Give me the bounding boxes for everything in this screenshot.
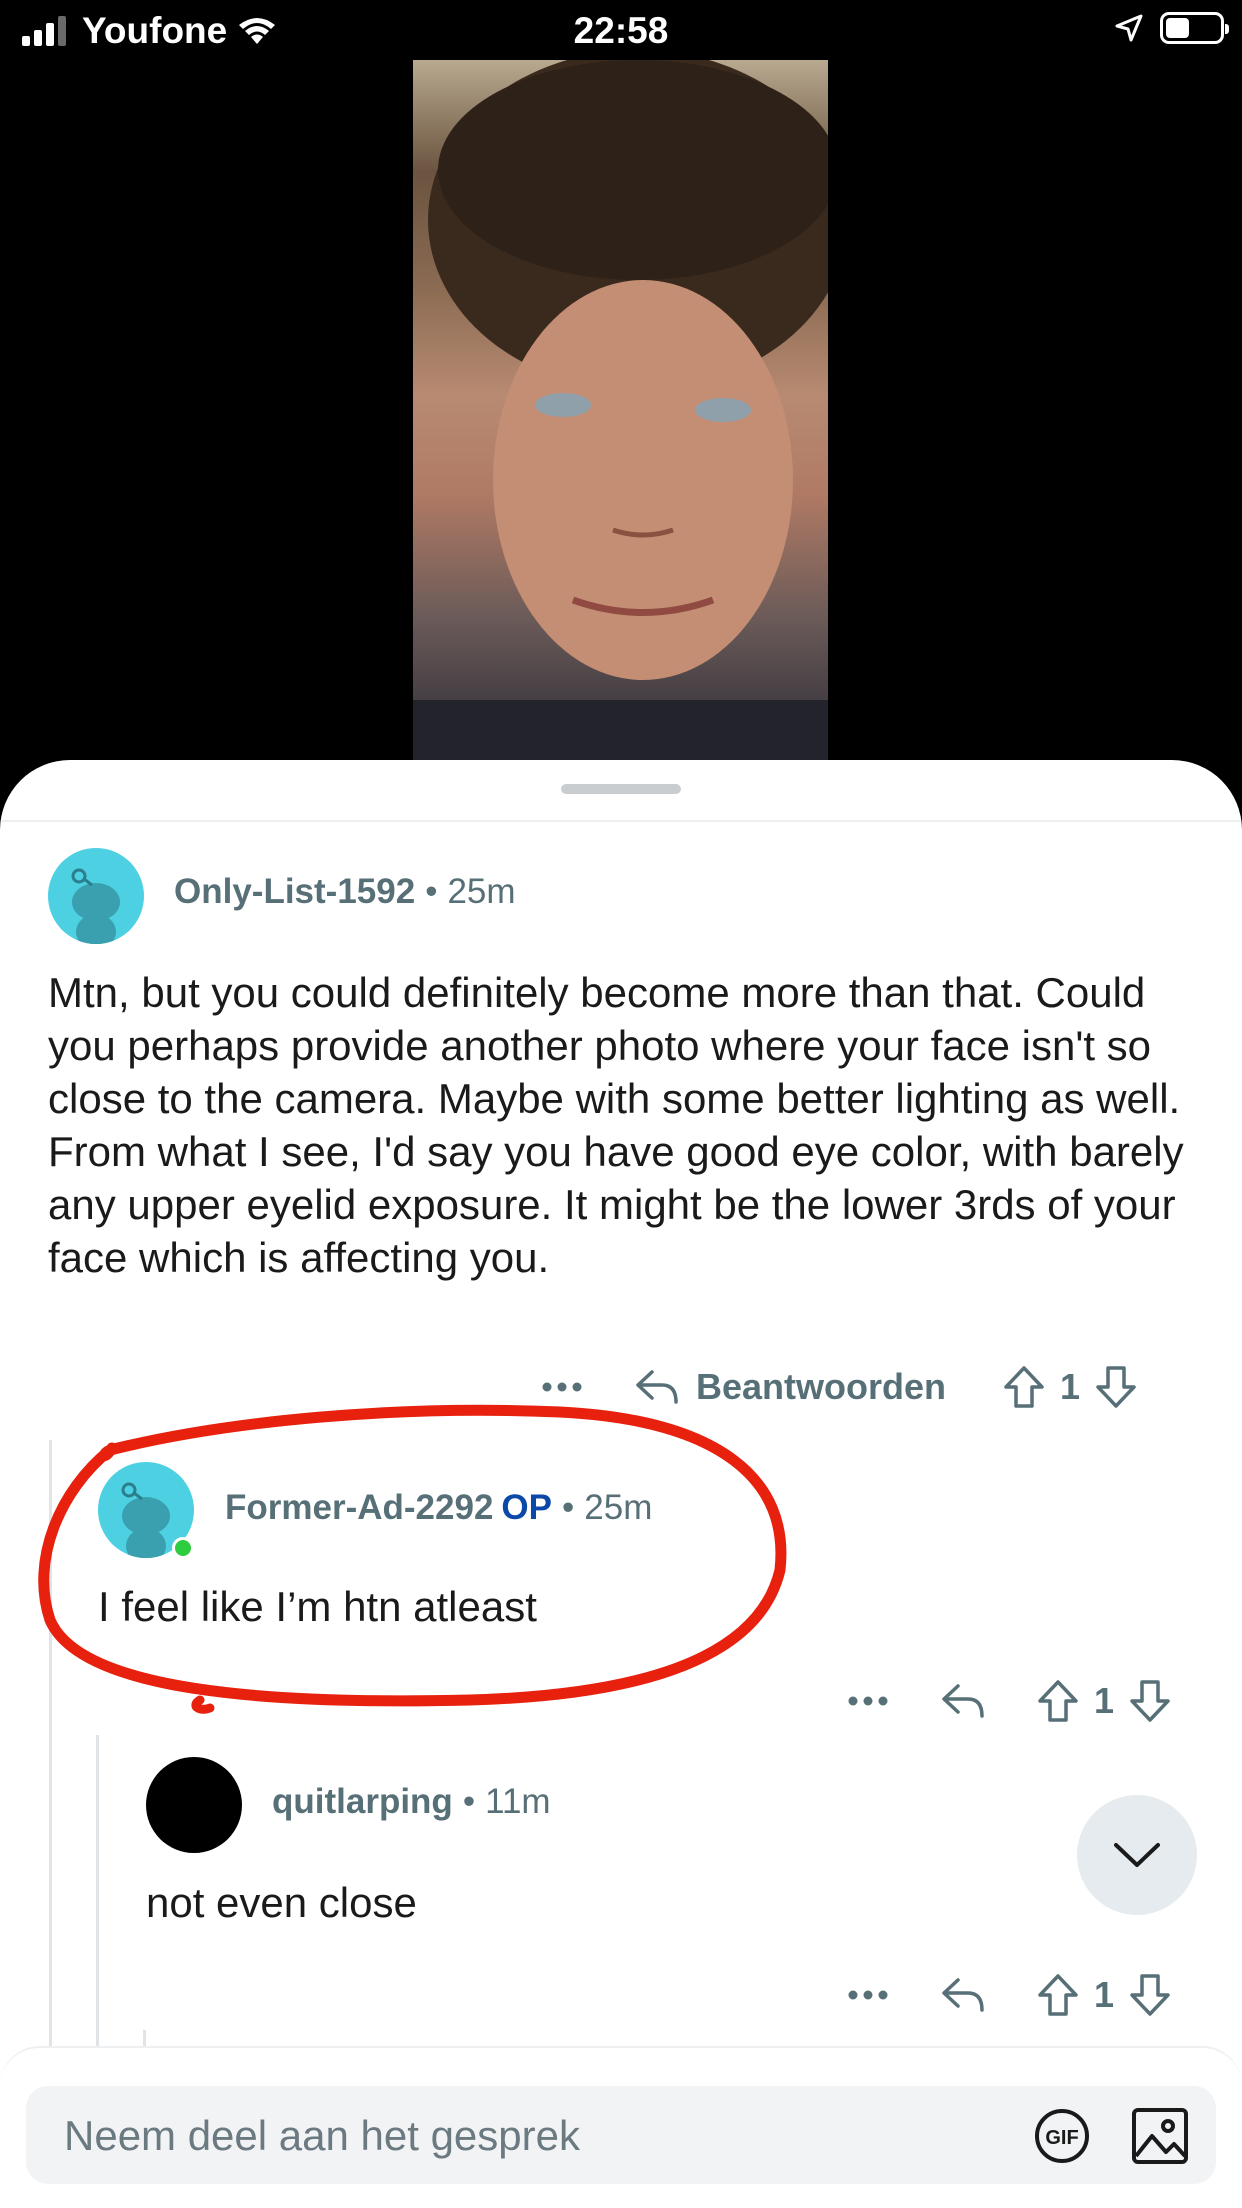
more-dots-icon bbox=[542, 1382, 582, 1392]
downvote-button[interactable] bbox=[1094, 1364, 1138, 1410]
meta-separator: • bbox=[562, 1488, 575, 1527]
reply-arrow-icon bbox=[942, 1978, 984, 2012]
vote-count: 1 bbox=[1060, 1366, 1081, 1407]
comments-sheet: Only-List-1592 • 25m Mtn, but you could de… bbox=[0, 760, 1242, 2208]
online-status-dot bbox=[172, 1537, 194, 1559]
reply-label: Beantwoorden bbox=[696, 1366, 947, 1407]
more-options-button[interactable] bbox=[540, 1377, 584, 1397]
status-bar: Youfone 22:58 bbox=[0, 0, 1242, 62]
comment-body: not even close bbox=[146, 1879, 417, 1926]
gif-button[interactable]: GIF bbox=[1034, 2108, 1090, 2164]
snoo-avatar-icon bbox=[71, 868, 120, 944]
comment-meta: Only-List-1592 • 25m bbox=[174, 872, 516, 912]
downvote-arrow-icon bbox=[1130, 1680, 1170, 1722]
sheet-drag-handle[interactable] bbox=[561, 784, 681, 794]
downvote-button[interactable] bbox=[1128, 1678, 1172, 1724]
comment-meta: Former-Ad-2292 OP • 25m bbox=[225, 1488, 652, 1528]
avatar[interactable] bbox=[146, 1757, 242, 1853]
comment-actions: Beantwoorden 1 bbox=[540, 1364, 1138, 1410]
upvote-arrow-icon bbox=[1038, 1974, 1078, 2016]
scroll-to-next-button[interactable] bbox=[1077, 1795, 1197, 1915]
battery-nub bbox=[1225, 24, 1229, 34]
upvote-button[interactable] bbox=[1036, 1972, 1080, 2018]
comment-meta: quitlarping • 11m bbox=[272, 1782, 551, 1822]
comment-age: 25m bbox=[584, 1488, 653, 1527]
battery-level bbox=[1166, 18, 1190, 38]
photo-icon bbox=[413, 60, 828, 760]
more-dots-icon bbox=[848, 1990, 888, 2000]
op-badge: OP bbox=[501, 1488, 552, 1527]
upvote-button[interactable] bbox=[1002, 1364, 1046, 1410]
composer-bar: Neem deel aan het gesprek GIF bbox=[0, 2046, 1242, 2208]
more-options-button[interactable] bbox=[846, 1691, 890, 1711]
comment-input[interactable]: Neem deel aan het gesprek GIF bbox=[26, 2086, 1216, 2184]
gif-icon: GIF bbox=[1035, 2109, 1089, 2163]
comment-actions: 1 bbox=[846, 1972, 1172, 2018]
reply-arrow-icon bbox=[942, 1684, 984, 1718]
username[interactable]: Only-List-1592 bbox=[174, 872, 415, 911]
avatar[interactable] bbox=[48, 848, 144, 944]
meta-separator: • bbox=[462, 1782, 476, 1821]
comment-body: I feel like I’m htn atleast bbox=[98, 1583, 537, 1630]
meta-separator: • bbox=[425, 872, 438, 911]
upvote-arrow-icon bbox=[1004, 1366, 1044, 1408]
image-upload-button[interactable] bbox=[1130, 2106, 1190, 2166]
vote-count: 1 bbox=[1094, 1974, 1115, 2015]
reply-arrow-icon bbox=[636, 1370, 678, 1404]
gif-label: GIF bbox=[1045, 2127, 1078, 2149]
downvote-arrow-icon bbox=[1130, 1974, 1170, 2016]
location-arrow-icon bbox=[1115, 14, 1143, 42]
image-icon bbox=[1132, 2108, 1188, 2164]
more-dots-icon bbox=[848, 1696, 888, 1706]
username[interactable]: quitlarping bbox=[272, 1782, 453, 1821]
username[interactable]: Former-Ad-2292 bbox=[225, 1488, 493, 1527]
chevron-down-icon bbox=[1114, 1843, 1160, 1867]
more-options-button[interactable] bbox=[846, 1985, 890, 2005]
vote-count: 1 bbox=[1094, 1680, 1115, 1721]
status-right bbox=[1114, 12, 1229, 44]
clock: 22:58 bbox=[573, 10, 669, 51]
downvote-arrow-icon bbox=[1096, 1366, 1136, 1408]
reply-button[interactable]: Beantwoorden bbox=[634, 1366, 946, 1408]
reply-button[interactable] bbox=[940, 1974, 986, 2016]
upvote-button[interactable] bbox=[1036, 1678, 1080, 1724]
comment-actions: 1 bbox=[846, 1678, 1172, 1724]
comment-input-placeholder: Neem deel aan het gesprek bbox=[64, 2112, 580, 2159]
comment-body: Mtn, but you could definitely become mor… bbox=[48, 969, 1184, 1281]
sheet-divider bbox=[0, 820, 1242, 822]
comment-age: 11m bbox=[485, 1782, 551, 1821]
downvote-button[interactable] bbox=[1128, 1972, 1172, 2018]
comment-age: 25m bbox=[447, 872, 516, 911]
reply-button[interactable] bbox=[940, 1680, 986, 1722]
battery-icon bbox=[1160, 12, 1229, 44]
upvote-arrow-icon bbox=[1038, 1680, 1078, 1722]
post-photo[interactable] bbox=[413, 60, 828, 760]
